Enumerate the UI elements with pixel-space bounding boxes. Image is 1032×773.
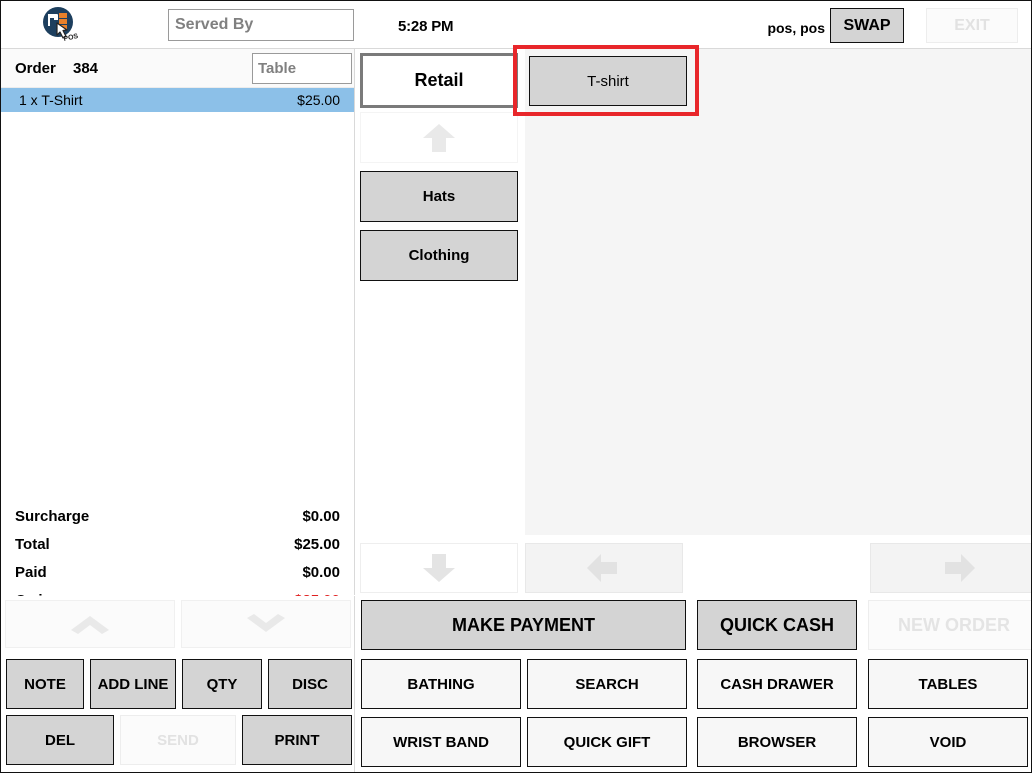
served-by-input[interactable]: [168, 9, 354, 41]
order-scroll-up-button[interactable]: [5, 600, 175, 648]
page-right-button[interactable]: [870, 543, 1031, 593]
category-up-button[interactable]: [360, 112, 518, 163]
category-button-hats[interactable]: Hats: [360, 171, 518, 222]
quick-cash-button[interactable]: QUICK CASH: [697, 600, 857, 650]
order-actions-panel: NOTE ADD LINE QTY DISC DEL SEND PRINT: [1, 596, 355, 772]
cash-drawer-button[interactable]: CASH DRAWER: [697, 659, 857, 709]
browser-button[interactable]: BROWSER: [697, 717, 857, 767]
pos-application: POS 5:28 PM pos, pos SWAP EXIT Order 384…: [0, 0, 1032, 773]
paid-value: $0.00: [302, 563, 340, 581]
arrow-right-icon: [944, 554, 975, 582]
exit-button: EXIT: [926, 8, 1018, 43]
total-value: $25.00: [294, 535, 340, 553]
swap-button[interactable]: SWAP: [830, 8, 904, 43]
chevron-up-icon: [71, 616, 109, 634]
product-grid: T-shirt: [525, 49, 1031, 535]
paid-label: Paid: [15, 563, 47, 581]
wrist-band-button[interactable]: WRIST BAND: [361, 717, 521, 767]
page-left-button[interactable]: [525, 543, 683, 593]
total-label: Total: [15, 535, 50, 553]
top-bar: POS 5:28 PM pos, pos SWAP EXIT: [1, 1, 1031, 49]
tables-button[interactable]: TABLES: [868, 659, 1028, 709]
arrow-up-icon: [423, 123, 455, 152]
clock-display: 5:28 PM: [398, 18, 454, 35]
table-input[interactable]: [252, 53, 352, 84]
order-header: Order 384: [1, 49, 354, 88]
surcharge-label: Surcharge: [15, 507, 90, 525]
order-line-price: $25.00: [297, 92, 340, 108]
print-button[interactable]: PRINT: [242, 715, 352, 765]
note-button[interactable]: NOTE: [6, 659, 84, 709]
pos-logo-icon: POS: [43, 7, 79, 43]
category-breadcrumb-retail[interactable]: Retail: [360, 53, 518, 108]
quick-gift-button[interactable]: QUICK GIFT: [527, 717, 687, 767]
arrow-down-icon: [423, 554, 455, 582]
surcharge-value: $0.00: [302, 507, 340, 525]
make-payment-button[interactable]: MAKE PAYMENT: [361, 600, 686, 650]
pos-logo: POS: [37, 4, 81, 46]
new-order-button: NEW ORDER: [868, 600, 1031, 650]
page-down-button[interactable]: [360, 543, 518, 593]
order-line-item[interactable]: 1 x T-Shirt $25.00: [1, 88, 354, 112]
main-actions-panel: MAKE PAYMENT QUICK CASH NEW ORDER BATHIN…: [356, 596, 1031, 772]
bathing-button[interactable]: BATHING: [361, 659, 521, 709]
total-row-paid: Paid $0.00: [1, 558, 354, 586]
order-line-list: 1 x T-Shirt $25.00: [1, 88, 354, 502]
qty-button[interactable]: QTY: [182, 659, 262, 709]
category-column: Retail Hats Clothing: [356, 49, 525, 535]
disc-button[interactable]: DISC: [268, 659, 352, 709]
order-scroll-down-button[interactable]: [181, 600, 351, 648]
chevron-down-icon: [247, 614, 285, 632]
order-line-description: 1 x T-Shirt: [19, 92, 83, 108]
order-label: Order: [15, 60, 56, 77]
total-row-total: Total $25.00: [1, 530, 354, 558]
product-button-tshirt[interactable]: T-shirt: [529, 56, 687, 106]
order-totals: Surcharge $0.00 Total $25.00 Paid $0.00 …: [1, 502, 354, 609]
search-button[interactable]: SEARCH: [527, 659, 687, 709]
void-button[interactable]: VOID: [868, 717, 1028, 767]
add-line-button[interactable]: ADD LINE: [90, 659, 176, 709]
send-button: SEND: [120, 715, 236, 765]
order-number: 384: [73, 60, 99, 77]
category-button-clothing[interactable]: Clothing: [360, 230, 518, 281]
total-row-surcharge: Surcharge $0.00: [1, 502, 354, 530]
order-panel: Order 384 1 x T-Shirt $25.00 Surcharge $…: [1, 49, 355, 609]
del-button[interactable]: DEL: [6, 715, 114, 765]
arrow-left-icon: [587, 554, 617, 582]
logged-in-user: pos, pos: [767, 20, 825, 36]
navigation-row: [356, 539, 1031, 595]
